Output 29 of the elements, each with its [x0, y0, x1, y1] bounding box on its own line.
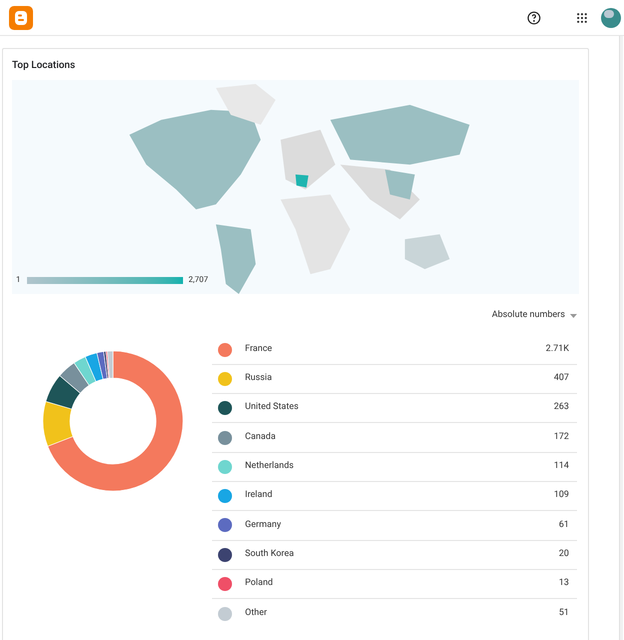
- country-label: Other: [245, 607, 267, 620]
- country-label: Germany: [245, 518, 281, 532]
- card-title: Top Locations: [12, 59, 76, 72]
- count-value: 114: [554, 460, 569, 474]
- count-value: 13: [558, 577, 569, 590]
- country-label: United States: [245, 401, 299, 414]
- country-label: Poland: [245, 577, 273, 590]
- country-label: Ireland: [245, 489, 272, 502]
- country-label: France: [245, 342, 272, 356]
- count-value: 61: [558, 518, 569, 532]
- scale-min-label: 1: [16, 274, 20, 286]
- count-value: 263: [554, 401, 569, 414]
- country-label: Canada: [245, 430, 276, 444]
- count-value: 2.71K: [546, 342, 569, 356]
- absolute-numbers-dropdown[interactable]: Absolute numbers: [492, 309, 577, 322]
- logo-icon[interactable]: [9, 6, 33, 30]
- avatar[interactable]: [601, 8, 621, 28]
- scale-max-label: 2,707: [188, 274, 208, 286]
- count-value: 172: [554, 430, 569, 444]
- count-value: 20: [558, 548, 569, 561]
- country-label: Netherlands: [245, 460, 294, 474]
- country-label: South Korea: [245, 548, 294, 561]
- count-value: 109: [554, 489, 569, 502]
- count-value: 51: [558, 607, 569, 620]
- count-value: 407: [554, 372, 569, 386]
- country-label: Russia: [245, 372, 272, 386]
- caret-icon: [570, 314, 577, 318]
- apps-grid-icon[interactable]: [577, 12, 587, 22]
- help-icon[interactable]: [527, 10, 541, 24]
